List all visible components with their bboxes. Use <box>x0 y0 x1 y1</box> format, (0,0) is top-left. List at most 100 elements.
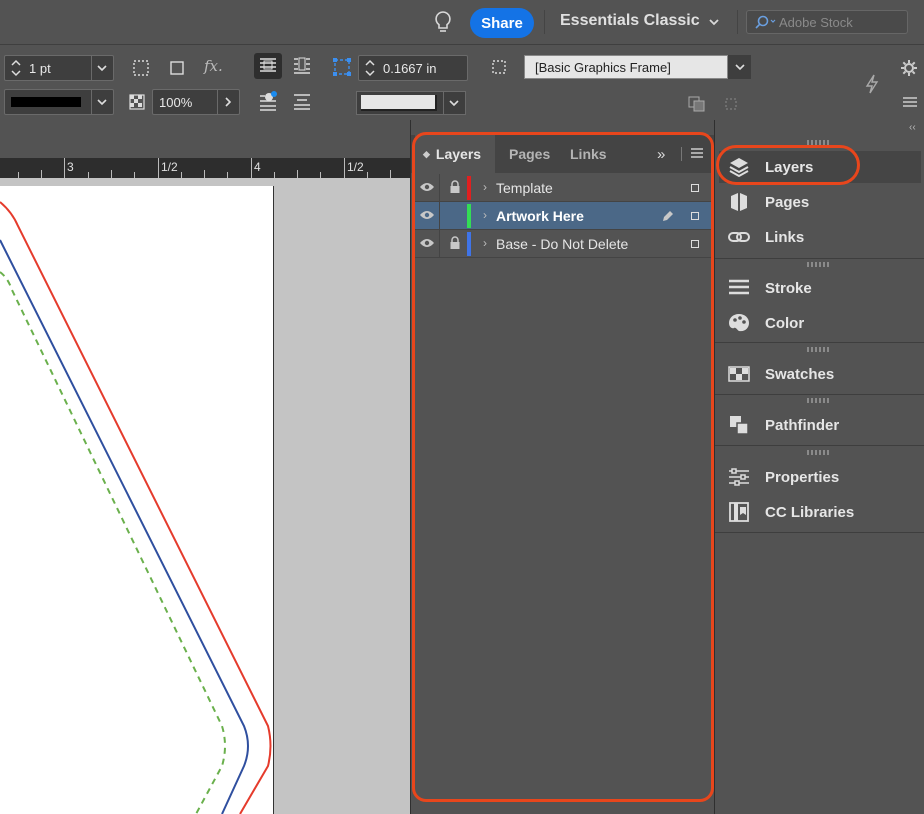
stepper-icon[interactable] <box>361 56 379 80</box>
layer-name[interactable]: Artwork Here <box>496 208 584 224</box>
layers-icon <box>729 158 749 178</box>
ruler-tick <box>158 158 159 178</box>
dock-item-label: Pages <box>765 193 810 211</box>
dock-item-label: Color <box>765 314 805 332</box>
frame-offset-value[interactable]: 0.1667 in <box>383 61 437 76</box>
gear-icon[interactable] <box>898 57 920 79</box>
tab-links[interactable]: Links <box>570 146 607 162</box>
share-button[interactable]: Share <box>470 8 534 38</box>
text-wrap-shape-icon[interactable] <box>257 91 279 113</box>
chevron-right-icon[interactable]: › <box>483 208 487 222</box>
stroke-type-chevron[interactable] <box>91 90 111 114</box>
layer-name[interactable]: Template <box>496 180 553 196</box>
collapse-arrows-icon[interactable]: ◆ <box>423 149 430 160</box>
dock-item-pathfinder[interactable]: Pathfinder <box>719 409 921 441</box>
ruler-tick <box>251 158 252 178</box>
text-wrap-none-icon[interactable] <box>257 55 279 77</box>
horizontal-ruler[interactable]: 3 1/2 4 1/2 <box>0 158 410 178</box>
eye-icon[interactable] <box>419 209 435 221</box>
stroke-weight-field[interactable]: 1 pt <box>4 55 114 81</box>
corner-options-icon[interactable] <box>130 57 152 79</box>
divider <box>544 10 545 34</box>
lock-icon[interactable] <box>449 180 461 194</box>
chevron-right-icon <box>224 97 231 107</box>
object-style-chevron[interactable] <box>727 55 751 79</box>
object-style-icon[interactable] <box>488 56 510 78</box>
stroke-style-chevron[interactable] <box>443 91 463 115</box>
dock-item-label: Swatches <box>765 365 835 383</box>
dock-item-label: Properties <box>765 468 840 486</box>
object-style-value[interactable]: [Basic Graphics Frame] <box>535 60 671 75</box>
eye-icon[interactable] <box>419 237 435 249</box>
dock-item-cc-libraries[interactable]: CC Libraries <box>719 496 921 528</box>
layer-row-base[interactable]: › Base - Do Not Delete <box>415 230 711 258</box>
layer-select-square[interactable] <box>691 184 699 192</box>
stroke-weight-dropdown[interactable] <box>91 56 111 80</box>
dock-item-label: CC Libraries <box>765 503 855 521</box>
stroke-icon <box>729 279 749 295</box>
ruler-label: 1/2 <box>347 160 364 174</box>
stroke-type-dropdown[interactable] <box>4 89 114 115</box>
dock-group-grip[interactable] <box>807 347 831 352</box>
effects-button[interactable]: fx. <box>204 57 223 75</box>
dock-item-layers[interactable]: Layers <box>719 151 921 183</box>
eye-icon[interactable] <box>419 181 435 193</box>
chevron-right-icon[interactable]: › <box>483 180 487 194</box>
panel-menu-icon[interactable] <box>691 148 703 158</box>
stepper-icon[interactable] <box>7 56 25 80</box>
layer-row-artwork-here[interactable]: › Artwork Here <box>415 202 711 230</box>
dock-group-grip[interactable] <box>807 450 831 455</box>
layer-name[interactable]: Base - Do Not Delete <box>496 236 628 252</box>
quick-apply-icon[interactable] <box>861 73 883 95</box>
dock-item-pages[interactable]: Pages <box>719 186 921 218</box>
chevron-right-icon[interactable]: › <box>483 236 487 250</box>
dock-group-grip[interactable] <box>807 140 831 145</box>
dock-item-color[interactable]: Color <box>719 307 921 339</box>
stroke-style-dropdown[interactable] <box>356 91 466 115</box>
pathfinder-icon <box>730 416 749 435</box>
search-input[interactable]: Adobe Stock <box>779 15 853 30</box>
object-style-dropdown[interactable]: [Basic Graphics Frame] <box>524 55 751 79</box>
template-dieline-artwork[interactable] <box>0 186 274 814</box>
workspace-switcher[interactable]: Essentials Classic <box>560 12 700 30</box>
text-wrap-jump-icon[interactable] <box>291 91 313 113</box>
menu-icon[interactable] <box>899 91 921 113</box>
lightbulb-icon[interactable] <box>430 9 456 35</box>
opacity-arrow[interactable] <box>217 90 237 114</box>
stroke-weight-value[interactable]: 1 pt <box>29 61 51 76</box>
layer-row-template[interactable]: › Template <box>415 174 711 202</box>
collapse-dock-icon[interactable]: ‹‹ <box>909 122 916 133</box>
text-wrap-bounding-icon[interactable] <box>291 55 313 77</box>
layer-select-square[interactable] <box>691 212 699 220</box>
stroke-style-preview <box>361 95 437 111</box>
double-chevron-right-icon[interactable]: » <box>657 146 665 163</box>
ruler-label: 3 <box>67 160 74 174</box>
document-tab-area <box>0 120 410 158</box>
layer-select-square[interactable] <box>691 240 699 248</box>
lock-icon[interactable] <box>449 236 461 250</box>
tab-pages[interactable]: Pages <box>509 146 550 162</box>
dock-item-stroke[interactable]: Stroke <box>719 272 921 304</box>
chevron-down-icon <box>96 65 107 72</box>
frame-fitting-icon[interactable] <box>331 56 353 78</box>
control-panel: 1 pt fx. 100% 0.1667 in [Basic Graphics … <box>0 44 924 120</box>
ruler-label: 1/2 <box>161 160 178 174</box>
tab-layers[interactable]: ◆ Layers <box>415 135 495 173</box>
opacity-icon[interactable] <box>126 91 148 113</box>
dock-group-grip[interactable] <box>807 398 831 403</box>
frame-offset-field[interactable]: 0.1667 in <box>358 55 468 81</box>
break-link-style-icon[interactable] <box>722 93 744 115</box>
document-page[interactable] <box>0 186 274 814</box>
tab-layers-label: Layers <box>435 146 482 162</box>
chevron-down-icon[interactable] <box>706 14 722 30</box>
adobe-stock-search[interactable]: Adobe Stock <box>746 10 908 34</box>
dock-item-properties[interactable]: Properties <box>719 461 921 493</box>
document-canvas[interactable]: 3 1/2 4 1/2 <box>0 120 410 814</box>
frame-shape-icon[interactable] <box>166 57 188 79</box>
opacity-field[interactable]: 100% <box>152 89 240 115</box>
dock-group-grip[interactable] <box>807 262 831 267</box>
dock-item-links[interactable]: Links <box>719 221 921 253</box>
clear-overrides-icon[interactable] <box>686 93 708 115</box>
opacity-value[interactable]: 100% <box>159 95 192 110</box>
dock-item-swatches[interactable]: Swatches <box>719 358 921 390</box>
